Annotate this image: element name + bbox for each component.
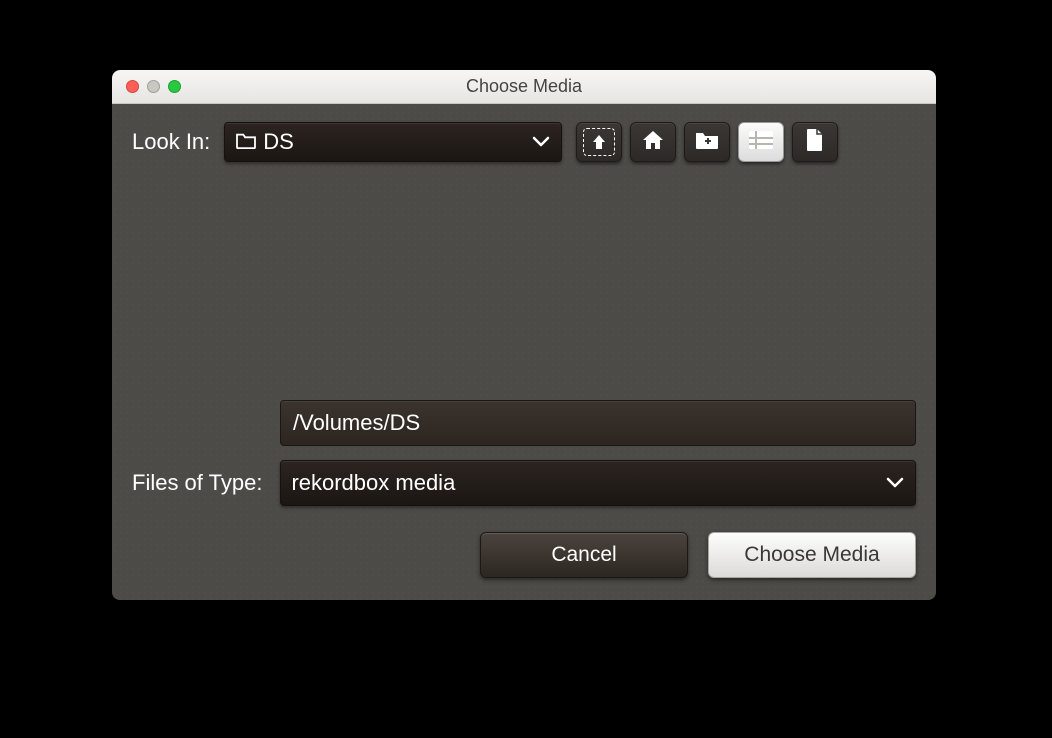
new-folder-button[interactable] — [684, 122, 730, 162]
lookin-row: Look In: DS — [132, 122, 916, 162]
filetype-dropdown[interactable]: rekordbox media — [280, 460, 916, 506]
window-close-button[interactable] — [126, 80, 139, 93]
chevron-down-icon — [531, 132, 551, 152]
new-folder-icon — [694, 129, 720, 156]
list-view-button[interactable] — [738, 122, 784, 162]
home-icon — [641, 129, 665, 156]
choose-media-button[interactable]: Choose Media — [708, 532, 916, 578]
lookin-value: DS — [263, 129, 294, 155]
window-title: Choose Media — [112, 76, 936, 97]
list-view-icon — [748, 130, 774, 155]
path-input[interactable]: /Volumes/DS — [280, 400, 916, 446]
window-minimize-button[interactable] — [147, 80, 160, 93]
chevron-down-icon — [885, 473, 905, 493]
lookin-label: Look In: — [132, 129, 210, 155]
arrow-up-icon — [583, 128, 615, 156]
filetype-row: Files of Type: rekordbox media — [132, 460, 916, 506]
toolbar — [576, 122, 838, 162]
dialog-actions: Cancel Choose Media — [132, 532, 916, 578]
dialog-body: Look In: DS — [112, 104, 936, 600]
folder-icon — [235, 131, 257, 154]
titlebar: Choose Media — [112, 70, 936, 104]
document-icon — [805, 128, 825, 157]
file-list-area[interactable] — [132, 176, 916, 400]
details-view-button[interactable] — [792, 122, 838, 162]
window-controls — [112, 80, 181, 93]
filetype-value: rekordbox media — [291, 470, 455, 496]
path-value: /Volumes/DS — [293, 410, 420, 436]
go-up-button[interactable] — [576, 122, 622, 162]
file-chooser-dialog: Choose Media Look In: DS — [112, 70, 936, 600]
home-button[interactable] — [630, 122, 676, 162]
window-zoom-button[interactable] — [168, 80, 181, 93]
filetype-label: Files of Type: — [132, 470, 262, 496]
cancel-button[interactable]: Cancel — [480, 532, 688, 578]
lookin-dropdown[interactable]: DS — [224, 122, 562, 162]
